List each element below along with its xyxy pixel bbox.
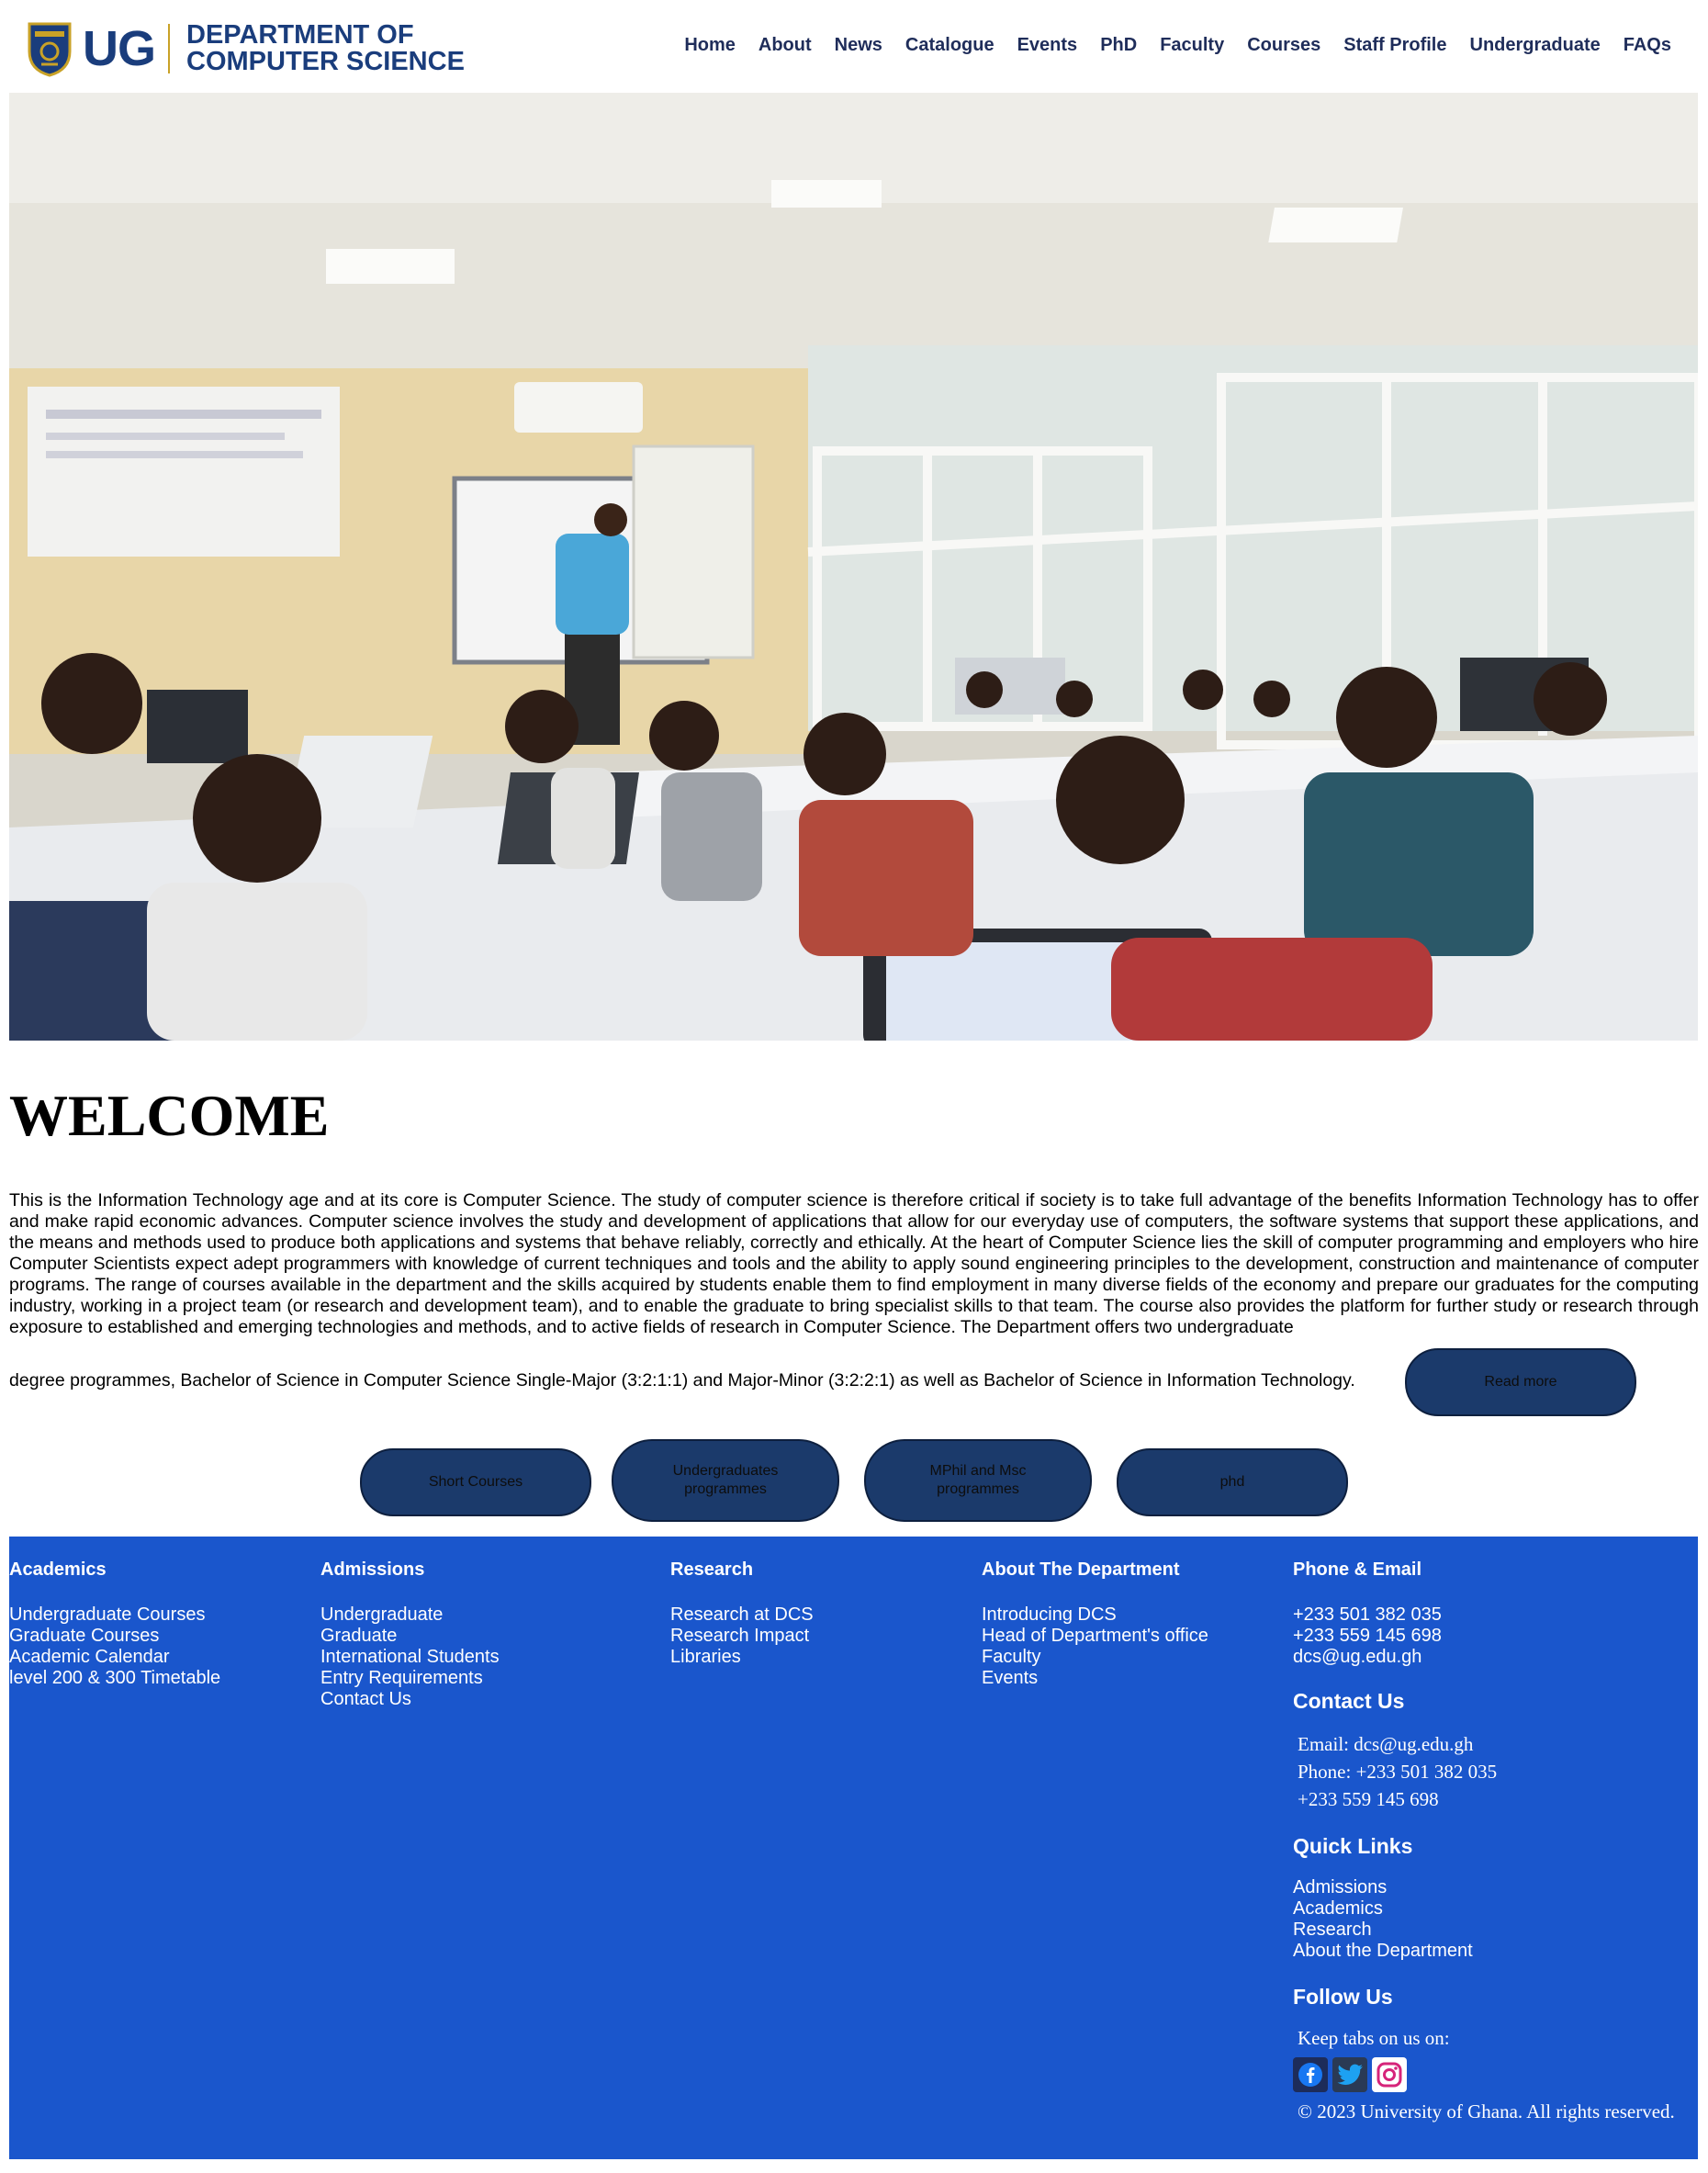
footer-link[interactable]: Entry Requirements [320, 1668, 500, 1689]
footer-academics-title: Academics [9, 1559, 107, 1580]
welcome-text: This is the Information Technology age a… [9, 1190, 1699, 1337]
instagram-icon[interactable] [1372, 2057, 1407, 2092]
footer-link[interactable]: level 200 & 300 Timetable [9, 1668, 220, 1689]
footer-link[interactable]: Introducing DCS [982, 1604, 1208, 1626]
footer-academics: Academics Undergraduate Courses Graduate… [9, 1559, 220, 1689]
footer-phone[interactable]: +233 559 145 698 [1293, 1626, 1697, 1647]
twitter-icon[interactable] [1332, 2057, 1367, 2092]
footer-link[interactable]: Graduate Courses [9, 1626, 220, 1647]
nav-faqs[interactable]: FAQs [1624, 35, 1671, 56]
footer-link[interactable]: Academic Calendar [9, 1647, 220, 1668]
facebook-icon[interactable] [1293, 2057, 1328, 2092]
footer-about-title: About The Department [982, 1559, 1180, 1580]
short-courses-button[interactable]: Short Courses [360, 1448, 591, 1516]
footer-research: Research Research at DCS Research Impact… [670, 1559, 814, 1668]
nav-about[interactable]: About [758, 35, 812, 56]
footer-research-title: Research [670, 1559, 754, 1580]
quick-link[interactable]: Research [1293, 1920, 1697, 1941]
follow-text: Keep tabs on us on: [1298, 2027, 1450, 2049]
footer-link[interactable]: Research Impact [670, 1626, 814, 1647]
footer-link[interactable]: Undergraduate [320, 1604, 500, 1626]
quick-link[interactable]: Academics [1293, 1898, 1697, 1920]
copyright-text: © 2023 University of Ghana. All rights r… [1298, 2100, 1675, 2122]
logo-divider [168, 24, 170, 73]
nav-events[interactable]: Events [1017, 35, 1078, 56]
footer-phone[interactable]: +233 501 382 035 [1293, 1604, 1697, 1626]
footer-admissions: Admissions Undergraduate Graduate Intern… [320, 1559, 500, 1710]
footer-contact-column: Phone & Email +233 501 382 035 +233 559 … [1293, 1559, 1697, 2123]
ug-wordmark: UG [83, 21, 156, 76]
nav-faculty[interactable]: Faculty [1160, 35, 1224, 56]
department-name: DEPARTMENT OF COMPUTER SCIENCE [186, 22, 465, 75]
main-nav: Home About News Catalogue Events PhD Fac… [661, 35, 1671, 56]
welcome-text-last-line: degree programmes, Bachelor of Science i… [9, 1370, 1355, 1390]
phd-button[interactable]: phd [1117, 1448, 1348, 1516]
site-logo[interactable]: UG DEPARTMENT OF COMPUTER SCIENCE [26, 18, 465, 79]
contact-phone-2[interactable]: +233 559 145 698 [1293, 1785, 1697, 1813]
contact-phone[interactable]: Phone: +233 501 382 035 [1293, 1758, 1697, 1785]
nav-courses[interactable]: Courses [1247, 35, 1320, 56]
undergraduate-programmes-button[interactable]: Undergraduates programmes [612, 1439, 839, 1522]
classroom-illustration [9, 93, 1698, 1041]
footer-link[interactable]: International Students [320, 1647, 500, 1668]
footer-link[interactable]: Libraries [670, 1647, 814, 1668]
nav-phd[interactable]: PhD [1100, 35, 1137, 56]
social-links [1293, 2057, 1697, 2092]
footer-link[interactable]: Events [982, 1668, 1208, 1689]
footer-link[interactable]: Faculty [982, 1647, 1208, 1668]
footer-email[interactable]: dcs@ug.edu.gh [1293, 1647, 1697, 1668]
footer-link[interactable]: Head of Department's office [982, 1626, 1208, 1647]
welcome-heading: WELCOME [9, 1083, 330, 1148]
nav-news[interactable]: News [835, 35, 882, 56]
footer-link[interactable]: Contact Us [320, 1689, 500, 1710]
nav-undergraduate[interactable]: Undergraduate [1470, 35, 1601, 56]
footer-about: About The Department Introducing DCS Hea… [982, 1559, 1208, 1689]
contact-email[interactable]: Email: dcs@ug.edu.gh [1293, 1730, 1697, 1758]
nav-staff-profile[interactable]: Staff Profile [1343, 35, 1446, 56]
site-header: UG DEPARTMENT OF COMPUTER SCIENCE Home A… [0, 0, 1708, 92]
footer-contact-title: Contact Us [1293, 1689, 1405, 1713]
quick-link[interactable]: About the Department [1293, 1941, 1697, 1962]
nav-home[interactable]: Home [684, 35, 736, 56]
footer-phone-email-title: Phone & Email [1293, 1559, 1422, 1580]
footer-quick-links-title: Quick Links [1293, 1834, 1413, 1858]
footer-link[interactable]: Undergraduate Courses [9, 1604, 220, 1626]
footer-link[interactable]: Research at DCS [670, 1604, 814, 1626]
hero-classroom-image [9, 93, 1698, 1041]
mphil-msc-programmes-button[interactable]: MPhil and Msc programmes [864, 1439, 1092, 1522]
dept-line-2: COMPUTER SCIENCE [186, 47, 465, 76]
site-footer: Academics Undergraduate Courses Graduate… [9, 1537, 1698, 2159]
footer-link[interactable]: Graduate [320, 1626, 500, 1647]
dept-line-1: DEPARTMENT OF [186, 20, 414, 50]
quick-link[interactable]: Admissions [1293, 1877, 1697, 1898]
footer-admissions-title: Admissions [320, 1559, 425, 1580]
footer-follow-title: Follow Us [1293, 1985, 1393, 2009]
nav-catalogue[interactable]: Catalogue [905, 35, 994, 56]
ug-crest-icon [28, 22, 72, 77]
read-more-button[interactable]: Read more [1405, 1348, 1636, 1416]
